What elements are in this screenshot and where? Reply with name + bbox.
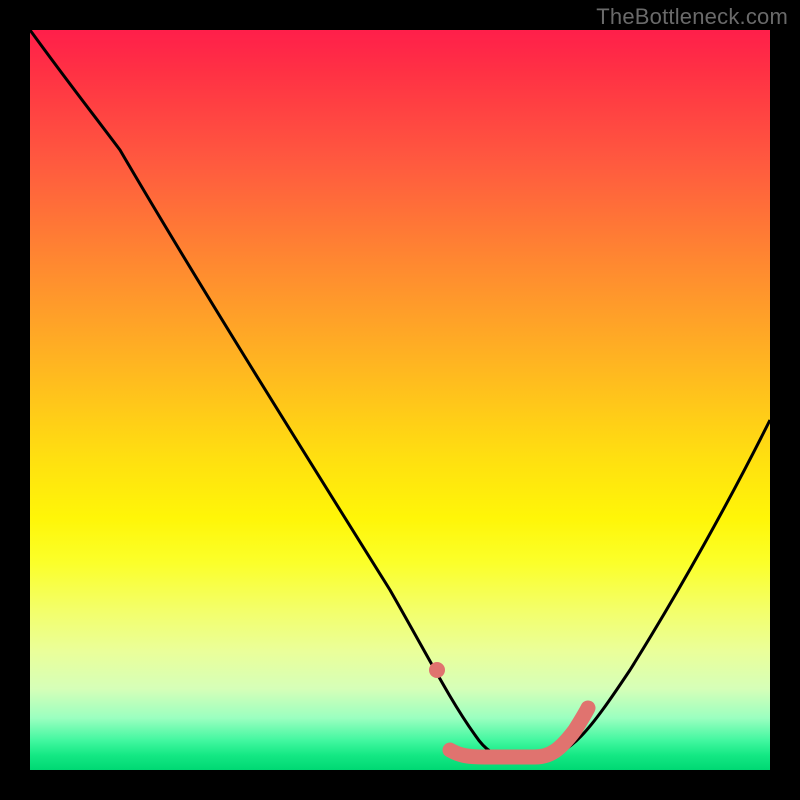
watermark-text: TheBottleneck.com: [596, 4, 788, 30]
bottleneck-curve: [30, 30, 770, 757]
chart-frame: TheBottleneck.com: [0, 0, 800, 800]
highlight-start-dot: [429, 662, 445, 678]
gradient-plot-area: [30, 30, 770, 770]
optimal-range-highlight: [450, 708, 588, 757]
curve-layer: [30, 30, 770, 770]
